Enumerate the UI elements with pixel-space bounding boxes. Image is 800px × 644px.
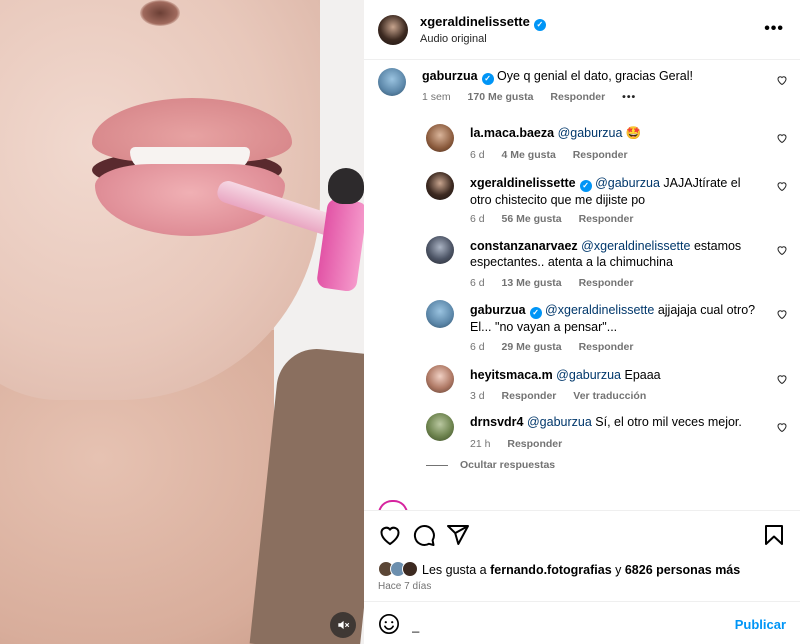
- avatar: [402, 561, 418, 577]
- publish-button[interactable]: Publicar: [735, 617, 786, 632]
- reply-item: heyitsmaca.m @gaburzua Epaaa 3 d Respond…: [426, 365, 788, 405]
- heart-icon[interactable]: [776, 74, 788, 86]
- comment-text: Epaaa: [624, 368, 661, 382]
- comment-time[interactable]: 1 sem: [422, 91, 451, 103]
- reply-button[interactable]: Responder: [579, 213, 634, 225]
- reply-button[interactable]: Responder: [550, 91, 605, 103]
- heart-icon[interactable]: [776, 421, 788, 433]
- avatar[interactable]: [426, 365, 454, 393]
- heart-icon[interactable]: [776, 308, 788, 320]
- post-header: xgeraldinelissette ✓ Audio original •••: [364, 0, 800, 60]
- reply-item: xgeraldinelissette ✓ @gaburzua JAJAJtírat…: [426, 172, 788, 228]
- comment-time[interactable]: 6 d: [470, 213, 485, 225]
- next-comment-avatar[interactable]: [378, 500, 408, 510]
- comment-username[interactable]: heyitsmaca.m: [470, 368, 553, 382]
- post-actions: Les gusta a fernando.fotografias y 6826 …: [364, 510, 800, 600]
- comment-mention[interactable]: @gaburzua: [527, 415, 592, 429]
- comment-text: Oye q genial el dato, gracias Geral!: [497, 69, 693, 83]
- avatar[interactable]: [426, 124, 454, 152]
- owner-username[interactable]: xgeraldinelissette: [420, 14, 530, 29]
- comment-likes[interactable]: 56 Me gusta: [502, 213, 562, 225]
- comment-mention[interactable]: @gaburzua: [595, 176, 660, 190]
- heart-icon[interactable]: [776, 244, 788, 256]
- smiley-icon[interactable]: [378, 613, 400, 635]
- heart-icon[interactable]: [776, 132, 788, 144]
- avatar[interactable]: [426, 300, 454, 328]
- comment-username[interactable]: gaburzua: [422, 69, 478, 83]
- comment-text: Sí, el otro mil veces mejor.: [595, 415, 742, 429]
- likes-count[interactable]: 6826 personas más: [625, 563, 740, 577]
- liker-username[interactable]: fernando.fotografias: [490, 563, 612, 577]
- media-fingernail: [328, 168, 364, 204]
- heart-icon[interactable]: [378, 523, 402, 547]
- comment-likes[interactable]: 4 Me gusta: [502, 149, 556, 161]
- comment-time[interactable]: 6 d: [470, 341, 485, 353]
- comment-username[interactable]: la.maca.baeza: [470, 126, 554, 140]
- verified-badge-icon: ✓: [529, 307, 542, 319]
- paper-plane-icon[interactable]: [446, 523, 470, 547]
- reply-button[interactable]: Responder: [502, 390, 557, 402]
- reply-button[interactable]: Responder: [507, 438, 562, 450]
- heart-icon[interactable]: [776, 373, 788, 385]
- audio-link[interactable]: Audio original: [420, 33, 487, 45]
- comment-likes[interactable]: 13 Me gusta: [502, 277, 562, 289]
- avatar[interactable]: [426, 236, 454, 264]
- reply-button[interactable]: Responder: [579, 341, 634, 353]
- verified-badge-icon: ✓: [533, 19, 546, 31]
- comment-mention[interactable]: @gaburzua: [556, 368, 621, 382]
- comment-composer: Publicar: [364, 601, 800, 644]
- comment-time[interactable]: 6 d: [470, 277, 485, 289]
- hide-replies-button[interactable]: Ocultar respuestas: [426, 459, 555, 471]
- comment-input[interactable]: [412, 616, 712, 634]
- comment-mention[interactable]: @xgeraldinelissette: [581, 239, 690, 253]
- comment-icon[interactable]: [412, 523, 436, 547]
- comment-mention[interactable]: @gaburzua: [558, 126, 623, 140]
- comment-username[interactable]: constanzanarvaez: [470, 239, 578, 253]
- comment-username[interactable]: gaburzua: [470, 303, 526, 317]
- comment-time[interactable]: 21 h: [470, 438, 490, 450]
- liker-avatars: [378, 561, 422, 577]
- reply-item: la.maca.baeza @gaburzua 🤩 6 d 4 Me gusta…: [426, 124, 788, 164]
- comment-likes[interactable]: 170 Me gusta: [468, 91, 534, 103]
- heart-icon[interactable]: [776, 180, 788, 192]
- more-options-button[interactable]: •••: [764, 20, 784, 38]
- comment-options-button[interactable]: •••: [622, 91, 636, 103]
- reply-button[interactable]: Responder: [573, 149, 628, 161]
- reply-item: drnsvdr4 @gaburzua Sí, el otro mil veces…: [426, 413, 788, 453]
- comment-text: 🤩: [625, 126, 642, 140]
- comment-mention[interactable]: @xgeraldinelissette: [545, 303, 654, 317]
- muted-speaker-icon: [338, 620, 350, 630]
- reply-item: constanzanarvaez @xgeraldinelissette est…: [426, 236, 788, 292]
- comment-username[interactable]: drnsvdr4: [470, 415, 524, 429]
- owner-avatar[interactable]: [378, 15, 408, 45]
- comment-time[interactable]: 6 d: [470, 149, 485, 161]
- reply-item: gaburzua ✓ @xgeraldinelissette ajjajaja c…: [426, 300, 788, 356]
- avatar[interactable]: [426, 172, 454, 200]
- comment-time[interactable]: 3 d: [470, 390, 485, 402]
- post-panel: xgeraldinelissette ✓ Audio original ••• g…: [364, 0, 800, 644]
- reply-button[interactable]: Responder: [579, 277, 634, 289]
- comments-list: gaburzua ✓ Oye q genial el dato, gracias …: [364, 60, 800, 510]
- likes-summary[interactable]: Les gusta a fernando.fotografias y 6826 …: [378, 561, 740, 577]
- media-nose: [140, 0, 180, 26]
- comment-likes[interactable]: 29 Me gusta: [502, 341, 562, 353]
- post-time[interactable]: Hace 7 días: [378, 581, 431, 592]
- avatar[interactable]: [378, 68, 406, 96]
- divider: [426, 464, 448, 466]
- hide-replies-label[interactable]: Ocultar respuestas: [460, 459, 555, 471]
- verified-badge-icon: ✓: [579, 180, 592, 192]
- post-media[interactable]: [0, 0, 364, 644]
- owner-username-row[interactable]: xgeraldinelissette ✓: [420, 14, 546, 31]
- verified-badge-icon: ✓: [481, 73, 494, 85]
- mute-button[interactable]: [330, 612, 356, 638]
- likes-middle: y: [611, 563, 625, 577]
- comment-item: gaburzua ✓ Oye q genial el dato, gracias …: [378, 68, 788, 118]
- likes-prefix: Les gusta a: [422, 563, 491, 577]
- comment-username[interactable]: xgeraldinelissette: [470, 176, 576, 190]
- avatar[interactable]: [426, 413, 454, 441]
- translate-button[interactable]: Ver traducción: [573, 390, 646, 402]
- bookmark-icon[interactable]: [762, 523, 786, 547]
